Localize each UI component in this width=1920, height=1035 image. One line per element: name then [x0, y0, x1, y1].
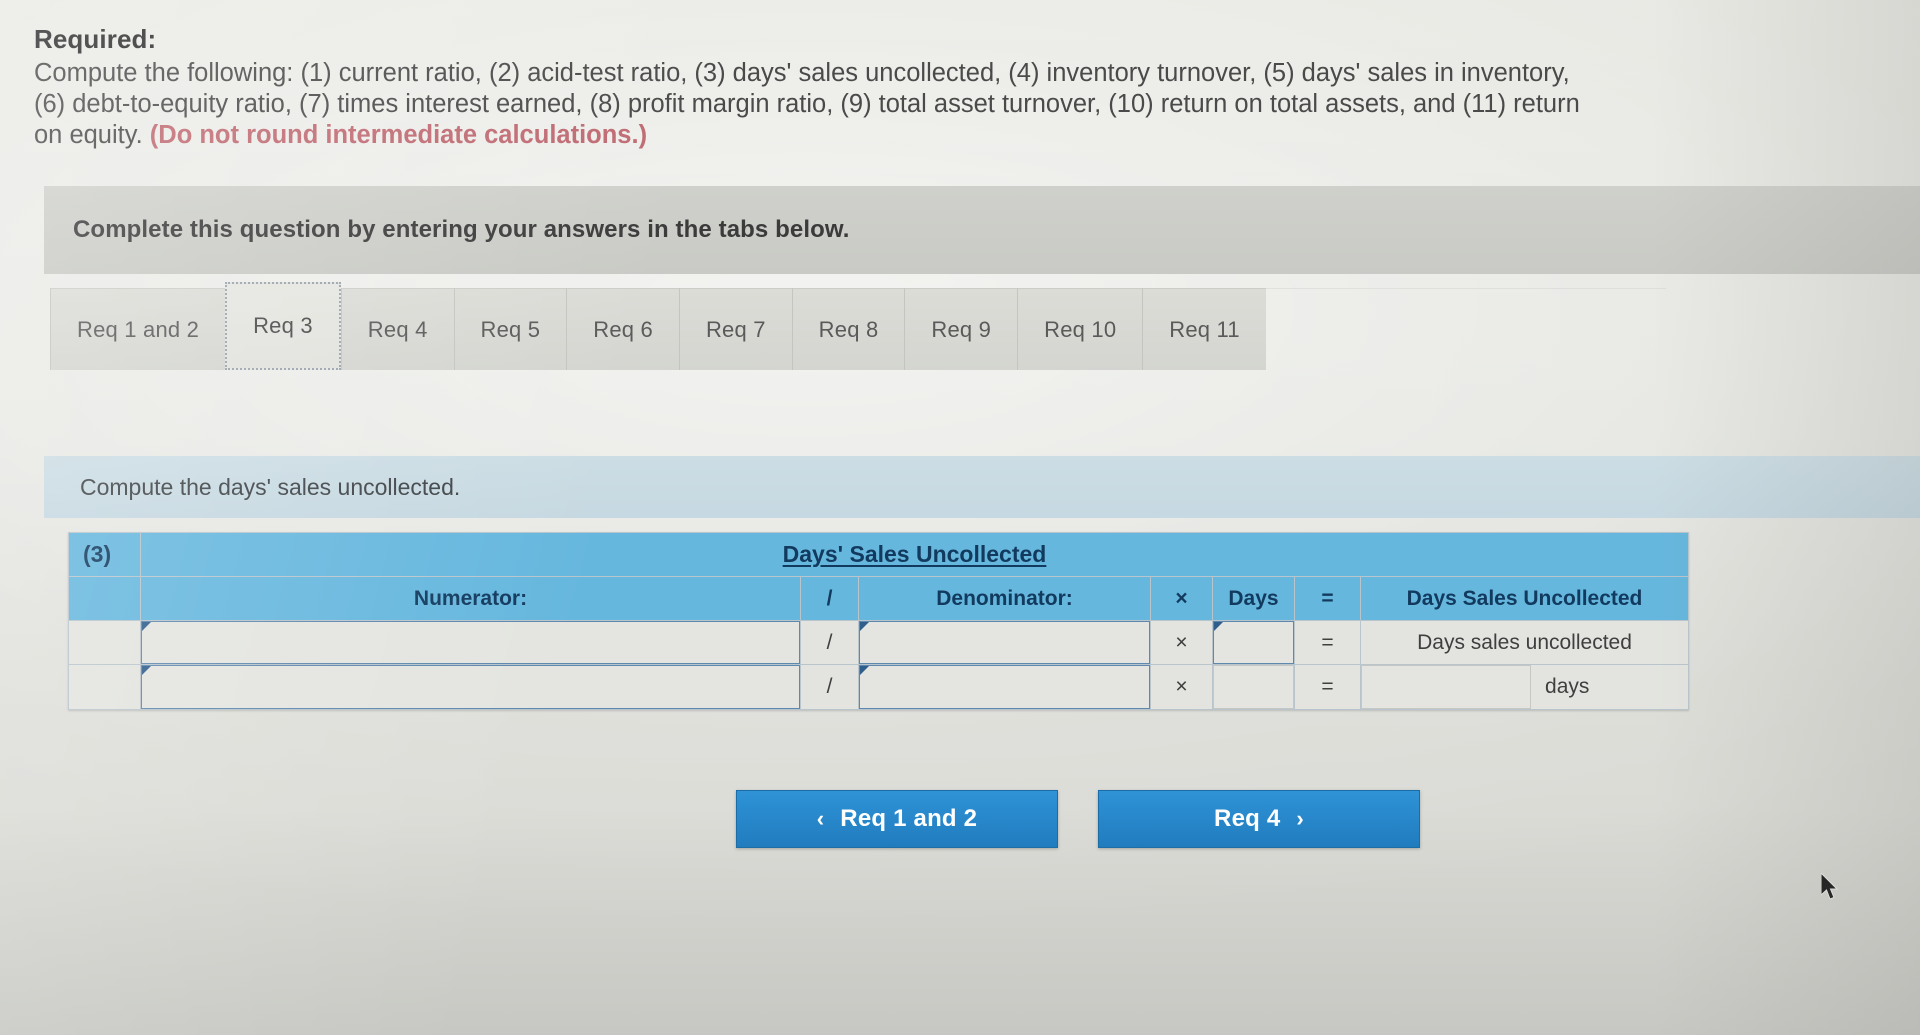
- table-title-cell: Days' Sales Uncollected: [140, 532, 1689, 577]
- row2-numerator-cell[interactable]: [140, 664, 801, 710]
- tab-label: Req 4: [367, 316, 428, 342]
- required-body: Compute the following: (1) current ratio…: [34, 58, 1920, 151]
- days-input-value-row2: [1214, 666, 1293, 708]
- row2-equals-operator: =: [1294, 664, 1361, 710]
- row1-result-label: Days sales uncollected: [1360, 620, 1689, 665]
- tab-req-8[interactable]: Req 8: [791, 288, 905, 370]
- required-line-3: on equity. (Do not round intermediate ca…: [34, 120, 1920, 151]
- denominator-input-value-row2: [860, 666, 1159, 708]
- row2-days-cell[interactable]: [1212, 664, 1295, 710]
- requirement-tabs: Req 1 and 2 Req 3 Req 4 Req 5 Req 6 Req …: [50, 282, 1666, 370]
- denominator-input-value-row1: [860, 622, 1159, 663]
- numerator-input-value-row1: [142, 622, 809, 663]
- table-row: / × = days: [68, 664, 1689, 710]
- required-line-2: (6) debt-to-equity ratio, (7) times inte…: [34, 90, 1580, 118]
- numerator-input-row1[interactable]: [141, 621, 800, 664]
- cell-corner-marker-icon: [142, 622, 151, 631]
- prev-requirement-label: Req 1 and 2: [840, 805, 978, 832]
- mouse-cursor-icon: [1820, 871, 1843, 903]
- tab-req-9[interactable]: Req 9: [904, 288, 1018, 370]
- cell-corner-marker-icon: [860, 666, 869, 675]
- col-header-divide: /: [800, 576, 859, 621]
- next-requirement-button[interactable]: Req 4 ›: [1098, 790, 1420, 848]
- tab-req-7[interactable]: Req 7: [678, 288, 792, 370]
- days-input-value-row1: [1214, 622, 1293, 663]
- tab-label: Req 3: [253, 313, 313, 338]
- required-line-1: Compute the following: (1) current ratio…: [34, 59, 1570, 87]
- days-input-row2[interactable]: [1213, 665, 1294, 709]
- row2-result-units: days: [1531, 665, 1688, 709]
- row2-denominator-cell[interactable]: [858, 664, 1151, 710]
- cell-corner-marker-icon: [860, 622, 869, 631]
- tab-req-11[interactable]: Req 11: [1142, 288, 1266, 370]
- tab-label: Req 7: [705, 316, 766, 342]
- row1-denominator-cell[interactable]: [858, 620, 1151, 665]
- no-rounding-note: (Do not round intermediate calculations.…: [149, 121, 648, 149]
- col-header-days: Days: [1212, 576, 1295, 621]
- row2-result-cell[interactable]: days: [1360, 664, 1689, 710]
- tab-label: Req 10: [1044, 316, 1117, 342]
- tab-req-10[interactable]: Req 10: [1017, 288, 1143, 370]
- tab-req-6[interactable]: Req 6: [566, 288, 679, 370]
- required-label: Required:: [34, 24, 157, 54]
- tab-label: Req 5: [480, 316, 541, 342]
- tab-label: Req 11: [1169, 316, 1240, 342]
- tab-label: Req 6: [593, 316, 653, 342]
- result-input-row2[interactable]: [1361, 665, 1532, 709]
- row-number-cell: (3): [68, 532, 141, 577]
- col-header-spacer: [68, 576, 141, 621]
- instruction-text: Complete this question by entering your …: [73, 216, 850, 243]
- tab-label: Req 1 and 2: [77, 316, 200, 342]
- tab-strip-filler: [1265, 288, 1666, 370]
- prev-requirement-button[interactable]: ‹ Req 1 and 2: [736, 790, 1058, 848]
- col-header-result: Days Sales Uncollected: [1360, 576, 1689, 621]
- tab-label: Req 8: [818, 316, 879, 342]
- days-input-row1[interactable]: [1213, 621, 1294, 664]
- table-row: / × = Days sales uncollected: [68, 620, 1689, 665]
- row2-times-operator: ×: [1150, 664, 1213, 710]
- denominator-input-row1[interactable]: [859, 621, 1150, 664]
- numerator-input-row2[interactable]: [141, 665, 800, 709]
- result-input-value-row2: [1362, 666, 1530, 708]
- navigation-buttons: ‹ Req 1 and 2 Req 4 ›: [736, 790, 1420, 848]
- row2-result-value-cell[interactable]: [1361, 665, 1532, 709]
- row1-numerator-cell[interactable]: [140, 620, 801, 665]
- row2-label-cell: [68, 664, 141, 710]
- row1-label-cell: [68, 620, 141, 665]
- next-requirement-label: Req 4: [1214, 805, 1281, 832]
- col-header-numerator: Numerator:: [140, 576, 801, 621]
- cell-corner-marker-icon: [1214, 622, 1223, 631]
- row2-divide-operator: /: [800, 664, 859, 710]
- days-sales-uncollected-table: (3) Days' Sales Uncollected Numerator: /…: [68, 532, 1689, 710]
- denominator-input-row2[interactable]: [859, 665, 1150, 709]
- col-header-equals: =: [1294, 576, 1361, 621]
- sub-instruction-text: Compute the days' sales uncollected.: [80, 473, 461, 500]
- row1-equals-operator: =: [1294, 620, 1361, 665]
- row1-days-cell[interactable]: [1212, 620, 1295, 665]
- tab-req-1-and-2[interactable]: Req 1 and 2: [50, 288, 226, 370]
- tab-req-4[interactable]: Req 4: [340, 288, 454, 370]
- tab-label: Req 9: [931, 316, 992, 342]
- col-header-times: ×: [1150, 576, 1213, 621]
- numerator-input-value-row2: [142, 666, 809, 708]
- table-title-row: (3) Days' Sales Uncollected: [68, 532, 1689, 577]
- tab-req-5[interactable]: Req 5: [453, 288, 567, 370]
- tab-req-3[interactable]: Req 3: [225, 282, 341, 370]
- row1-times-operator: ×: [1150, 620, 1213, 665]
- col-header-denominator: Denominator:: [858, 576, 1151, 621]
- chevron-right-icon: ›: [1296, 806, 1304, 831]
- row1-divide-operator: /: [800, 620, 859, 665]
- required-line-3-plain: on equity.: [34, 121, 150, 149]
- chevron-left-icon: ‹: [816, 806, 825, 831]
- sub-instruction-bar: Compute the days' sales uncollected.: [44, 456, 1920, 518]
- table-title: Days' Sales Uncollected: [782, 541, 1047, 567]
- table-column-header-row: Numerator: / Denominator: × Days = Days …: [68, 576, 1689, 621]
- answer-table-container: (3) Days' Sales Uncollected Numerator: /…: [68, 532, 1689, 710]
- required-block: Required: Compute the following: (1) cur…: [34, 24, 1920, 151]
- cell-corner-marker-icon: [142, 666, 151, 675]
- instruction-bar: Complete this question by entering your …: [44, 186, 1920, 274]
